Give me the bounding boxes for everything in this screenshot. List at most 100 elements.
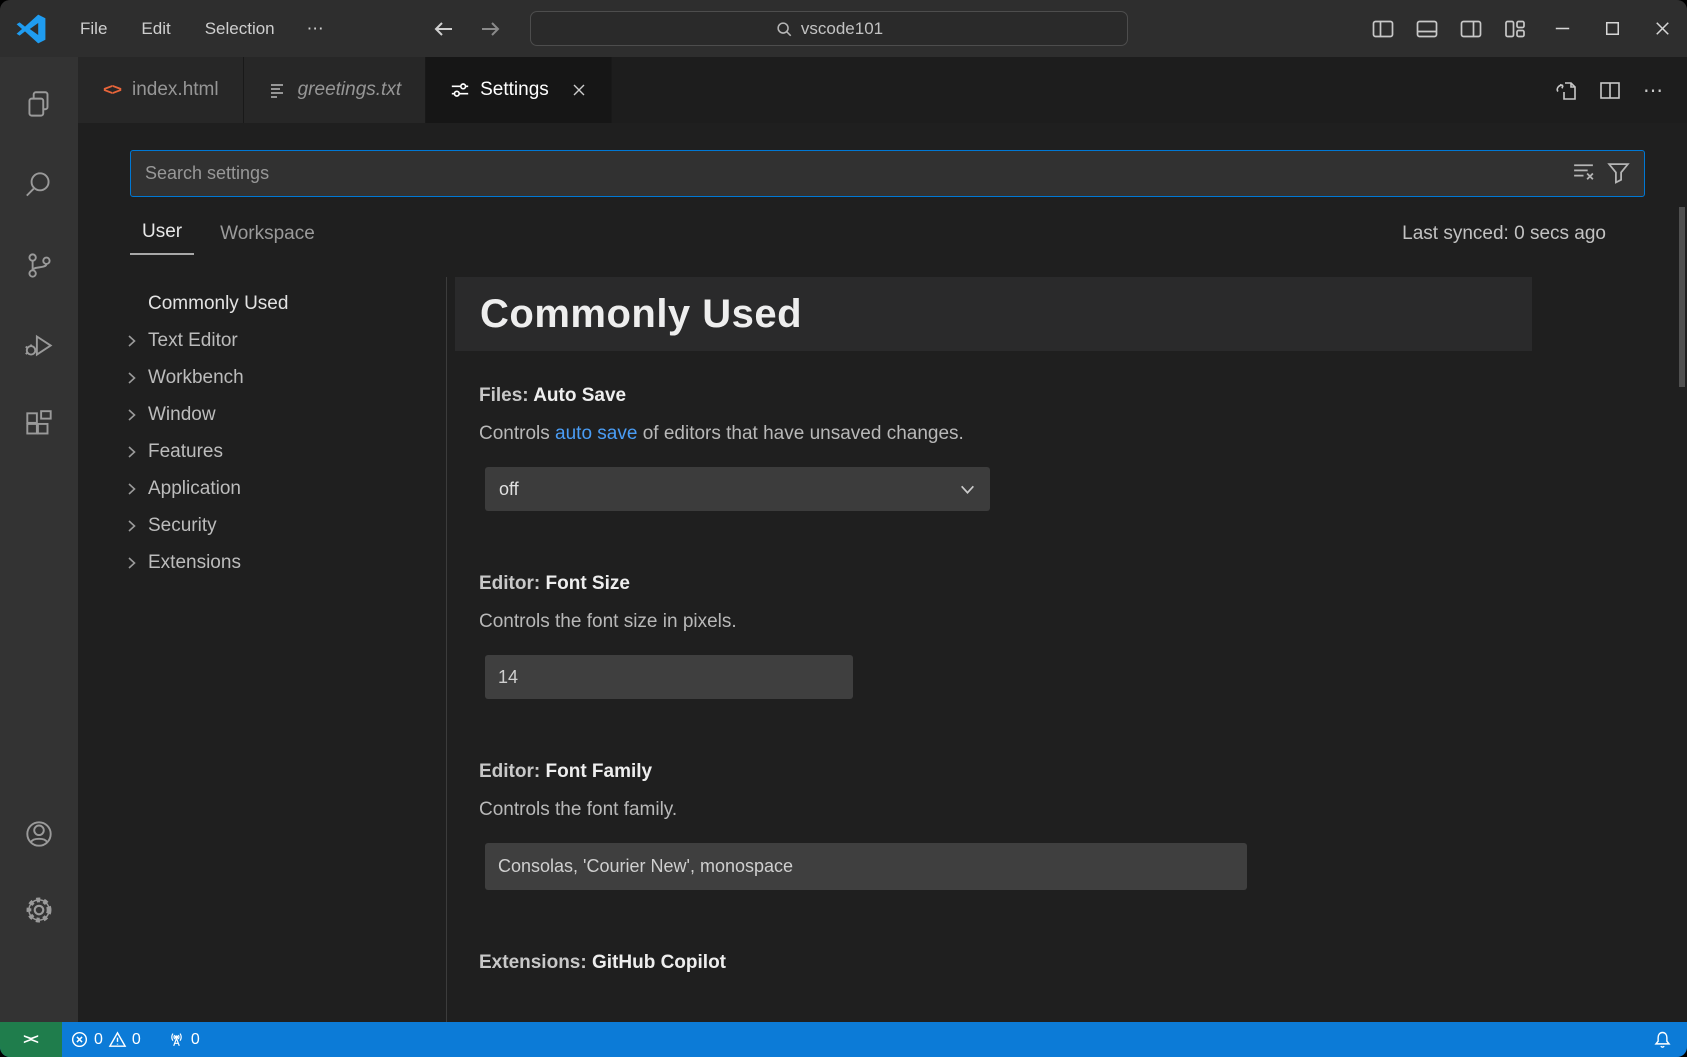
toc-label: Text Editor [148, 330, 238, 352]
accounts-button[interactable] [15, 810, 63, 858]
menu-file[interactable]: File [66, 13, 121, 45]
description-text: Controls [479, 423, 555, 444]
toc-item-workbench[interactable]: Workbench [78, 359, 446, 396]
setting-title: Files: Auto Save [479, 385, 1687, 407]
html-file-icon: <> [102, 80, 122, 100]
font-size-input[interactable] [485, 655, 853, 699]
more-actions-button[interactable]: ⋯ [1637, 78, 1671, 103]
settings-content: Commonly Used Files: Auto Save Controls … [447, 277, 1687, 1022]
settings-toc: Commonly Used Text Editor Workbench [78, 277, 447, 1022]
toc-label: Workbench [148, 367, 244, 389]
tab-label: index.html [132, 79, 219, 101]
scope-tab-workspace[interactable]: Workspace [208, 223, 327, 255]
tab-index-html[interactable]: <> index.html [78, 57, 244, 123]
back-arrow-icon[interactable] [432, 17, 456, 41]
toggle-primary-sidebar-button[interactable] [1361, 0, 1405, 57]
filter-icon[interactable] [1606, 160, 1631, 185]
setting-description: Controls the font size in pixels. [479, 611, 1687, 633]
setting-editor-font-size: Editor: Font Size Controls the font size… [479, 573, 1687, 699]
problems-indicator[interactable]: 0 0 [62, 1022, 149, 1057]
settings-gear-button[interactable] [15, 886, 63, 934]
toc-item-commonly-used[interactable]: Commonly Used [78, 285, 446, 322]
tab-greetings-txt[interactable]: greetings.txt [244, 57, 427, 123]
scope-tab-user[interactable]: User [130, 221, 194, 255]
setting-title: Editor: Font Size [479, 573, 1687, 595]
open-settings-json-button[interactable] [1545, 71, 1583, 109]
status-bar: >< 0 0 0 [0, 1022, 1687, 1057]
minimize-button[interactable] [1537, 0, 1587, 57]
vscode-logo-icon [16, 14, 46, 44]
settings-search-actions [1571, 160, 1631, 185]
explorer-button[interactable] [15, 81, 63, 129]
forward-arrow-icon[interactable] [478, 17, 502, 41]
tab-settings[interactable]: Settings [426, 57, 612, 123]
git-branch-icon [22, 248, 56, 282]
toc-label: Commonly Used [148, 293, 288, 315]
settings-scope-row: User Workspace Last synced: 0 secs ago [130, 221, 1606, 255]
settings-editor: User Workspace Last synced: 0 secs ago C… [78, 123, 1687, 1022]
editor-actions: ⋯ [1545, 57, 1687, 123]
chevron-down-icon [959, 481, 976, 498]
warning-count: 0 [132, 1031, 141, 1049]
activity-bar [0, 57, 78, 1022]
clear-search-icon[interactable] [1571, 160, 1596, 185]
open-settings-json-icon [1552, 78, 1576, 102]
titlebar-left: File Edit Selection ⋯ [0, 13, 338, 45]
settings-search-row [78, 123, 1687, 197]
setting-category: Extensions: [479, 952, 587, 973]
toc-item-window[interactable]: Window [78, 396, 446, 433]
extensions-button[interactable] [15, 401, 63, 449]
setting-name: Font Family [546, 761, 653, 782]
minimize-icon [1551, 17, 1574, 40]
setting-category: Editor: [479, 573, 540, 594]
close-icon [571, 82, 587, 98]
setting-name: Auto Save [533, 385, 626, 406]
auto-save-dropdown[interactable]: off [485, 467, 990, 511]
chevron-right-icon [124, 444, 148, 460]
files-icon [22, 88, 56, 122]
vscode-window: File Edit Selection ⋯ vscode101 [0, 0, 1687, 1057]
toc-item-extensions[interactable]: Extensions [78, 544, 446, 581]
remote-indicator[interactable]: >< [0, 1022, 62, 1057]
error-count: 0 [94, 1031, 103, 1049]
auto-save-link[interactable]: auto save [555, 423, 637, 444]
source-control-button[interactable] [15, 241, 63, 289]
chevron-right-icon [124, 370, 148, 386]
activity-bar-bottom [15, 810, 63, 1022]
customize-layout-icon [1503, 17, 1527, 41]
maximize-icon [1601, 17, 1624, 40]
toc-item-application[interactable]: Application [78, 470, 446, 507]
titlebar: File Edit Selection ⋯ vscode101 [0, 0, 1687, 57]
main-row: <> index.html greetings.txt Settings [0, 57, 1687, 1022]
close-tab-button[interactable] [571, 82, 587, 98]
customize-layout-button[interactable] [1493, 0, 1537, 57]
history-nav [432, 0, 502, 57]
search-view-button[interactable] [15, 161, 63, 209]
radio-tower-icon [167, 1030, 186, 1049]
close-window-button[interactable] [1637, 0, 1687, 57]
toggle-secondary-sidebar-button[interactable] [1449, 0, 1493, 57]
bell-icon[interactable] [1652, 1029, 1673, 1050]
toc-label: Security [148, 515, 217, 537]
chevron-right-icon [124, 333, 148, 349]
gear-icon [22, 893, 56, 927]
toggle-panel-button[interactable] [1405, 0, 1449, 57]
layout-sidebar-right-icon [1459, 17, 1483, 41]
run-debug-button[interactable] [15, 321, 63, 369]
menu-selection[interactable]: Selection [191, 13, 289, 45]
tab-label: Settings [480, 79, 549, 101]
scrollbar-thumb[interactable] [1679, 207, 1685, 387]
toc-item-features[interactable]: Features [78, 433, 446, 470]
menu-more-button[interactable]: ⋯ [295, 13, 338, 45]
split-editor-button[interactable] [1591, 71, 1629, 109]
extensions-icon [22, 408, 56, 442]
font-family-input[interactable] [485, 843, 1247, 890]
menu-edit[interactable]: Edit [127, 13, 184, 45]
ports-indicator[interactable]: 0 [159, 1022, 208, 1057]
command-center-search[interactable]: vscode101 [530, 11, 1128, 46]
toc-item-security[interactable]: Security [78, 507, 446, 544]
toc-label: Extensions [148, 552, 241, 574]
settings-search-input[interactable] [130, 150, 1645, 197]
toc-item-text-editor[interactable]: Text Editor [78, 322, 446, 359]
maximize-button[interactable] [1587, 0, 1637, 57]
